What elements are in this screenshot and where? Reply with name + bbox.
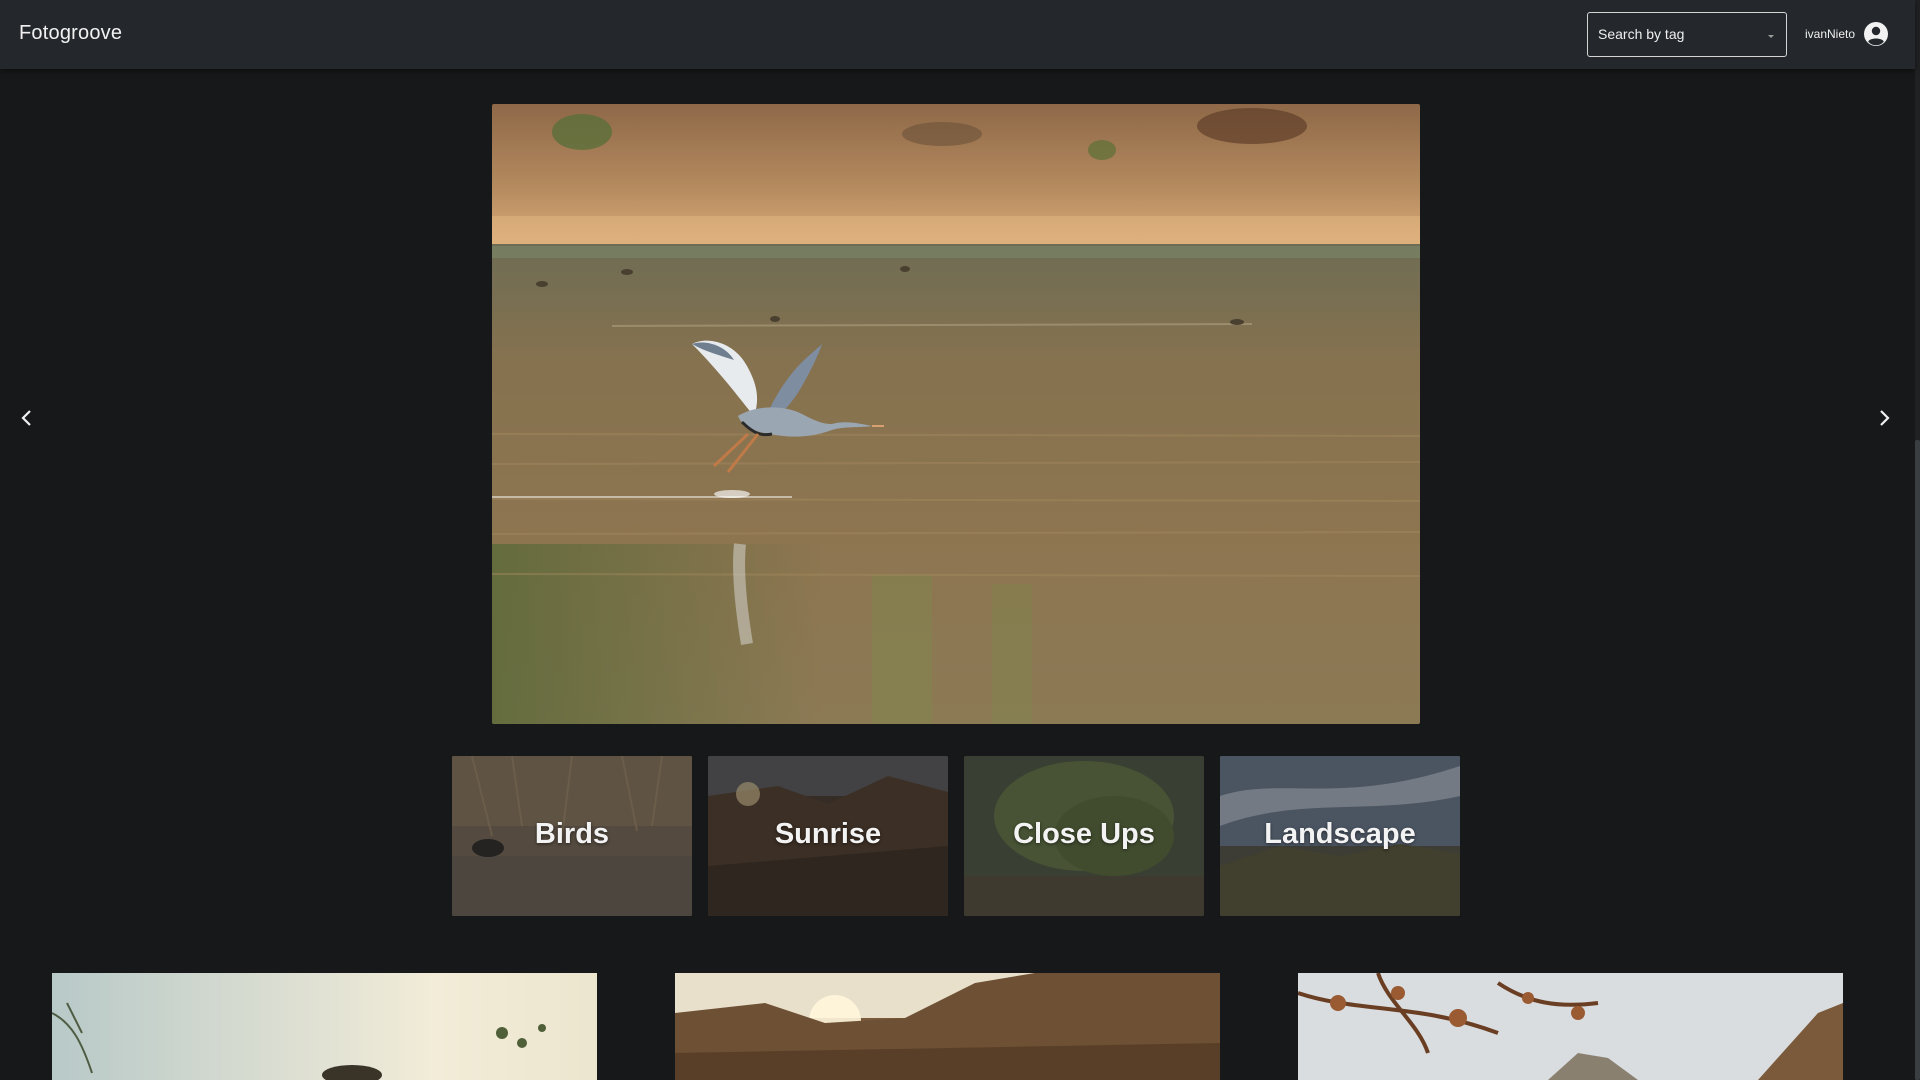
gallery-photo <box>1298 973 1843 1080</box>
page-scrollbar-thumb[interactable] <box>1915 440 1920 1080</box>
category-tile-sunrise[interactable]: Sunrise <box>708 756 948 916</box>
gallery-photo <box>52 973 597 1080</box>
carousel-main-photo[interactable] <box>492 104 1420 724</box>
category-label: Close Ups <box>1013 818 1155 850</box>
brand-logo[interactable]: Fotogroove <box>19 22 122 45</box>
tag-select-value: Search by tag <box>1598 26 1685 42</box>
category-label: Sunrise <box>774 818 882 850</box>
chevron-left-icon <box>21 410 31 426</box>
chevron-down-icon <box>1768 35 1774 38</box>
gallery-photo <box>675 973 1220 1080</box>
gallery-thumbnail[interactable] <box>52 973 597 1080</box>
category-tile-close-ups[interactable]: Close Ups <box>964 756 1204 916</box>
carousel-next-button[interactable] <box>1869 403 1899 433</box>
gallery-thumbnail[interactable] <box>1298 973 1843 1080</box>
user-circle-icon <box>1864 22 1889 46</box>
carousel-prev-button[interactable] <box>12 403 42 433</box>
username: ivanNieto <box>1805 27 1856 41</box>
chevron-right-icon <box>1880 410 1890 426</box>
category-tile-birds[interactable]: Birds <box>452 756 692 916</box>
top-navbar: Fotogroove Search by tag ivanNieto <box>0 0 1915 69</box>
category-label: Birds <box>534 818 610 850</box>
user-menu[interactable]: ivanNieto <box>1805 20 1889 48</box>
category-label: Landscape <box>1264 818 1416 850</box>
tag-search-select[interactable]: Search by tag <box>1587 12 1787 57</box>
gallery-thumbnail[interactable] <box>675 973 1220 1080</box>
category-tile-landscape[interactable]: Landscape <box>1220 756 1460 916</box>
heron-over-water-photo <box>492 104 1420 724</box>
